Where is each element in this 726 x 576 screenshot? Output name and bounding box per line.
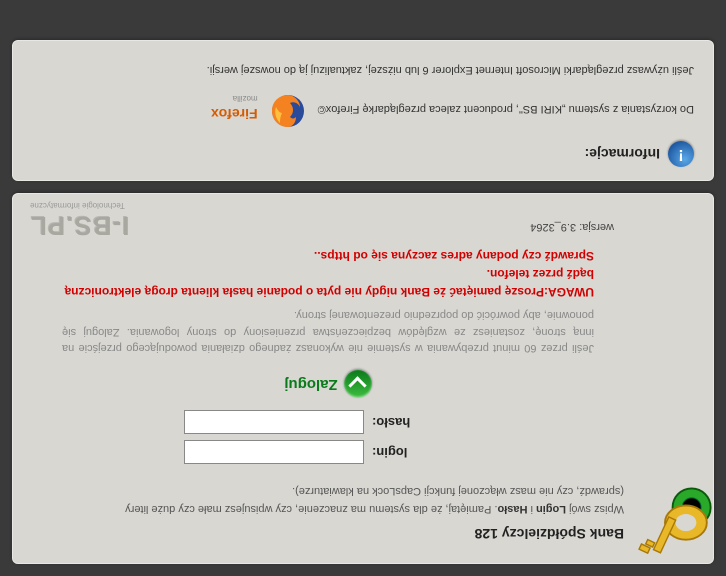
firefox-label: Firefox mozilla — [211, 93, 258, 124]
password-label: hasło: — [372, 415, 472, 430]
login-input[interactable] — [184, 440, 364, 464]
password-input[interactable] — [184, 410, 364, 434]
vendor-logo: I-BS.PL Technologie informatyczne — [30, 201, 129, 241]
vendor-logo-name: I-BS.PL — [30, 210, 129, 241]
capslock-note: (sprawdź, czy nie masz włączonej funkcji… — [32, 482, 624, 497]
info-panel: ! Informacje: Do korzystania z systemu „… — [12, 40, 714, 181]
keys-icon — [627, 477, 722, 572]
login-instruction: Wpisz swój Login i Hasło. Pamiętaj, że d… — [32, 501, 624, 516]
bank-title: Bank Spółdzielczy 128 — [32, 526, 624, 542]
info-line-firefox: Do korzystania z systemu „KIRI BS", prod… — [32, 85, 694, 130]
login-form: login: hasło: Zaloguj — [32, 370, 624, 464]
login-panel: Bank Spółdzielczy 128 Wpisz swój Login i… — [12, 193, 714, 564]
firefox-icon — [268, 85, 308, 130]
checkmark-icon — [344, 370, 372, 398]
login-label: login: — [372, 445, 472, 460]
vendor-logo-tagline: Technologie informatyczne — [30, 201, 129, 210]
login-button[interactable]: Zaloguj — [284, 370, 371, 398]
info-header: ! Informacje: — [32, 141, 694, 167]
info-line-ie: Jeśli używasz przeglądarki Microsoft Int… — [32, 62, 694, 77]
timeout-note: Jeśli przez 60 minut przebywania w syste… — [62, 307, 594, 357]
security-warning: UWAGA:Proszę pamiętać że Bank nigdy nie … — [62, 247, 594, 301]
info-icon: ! — [668, 141, 694, 167]
